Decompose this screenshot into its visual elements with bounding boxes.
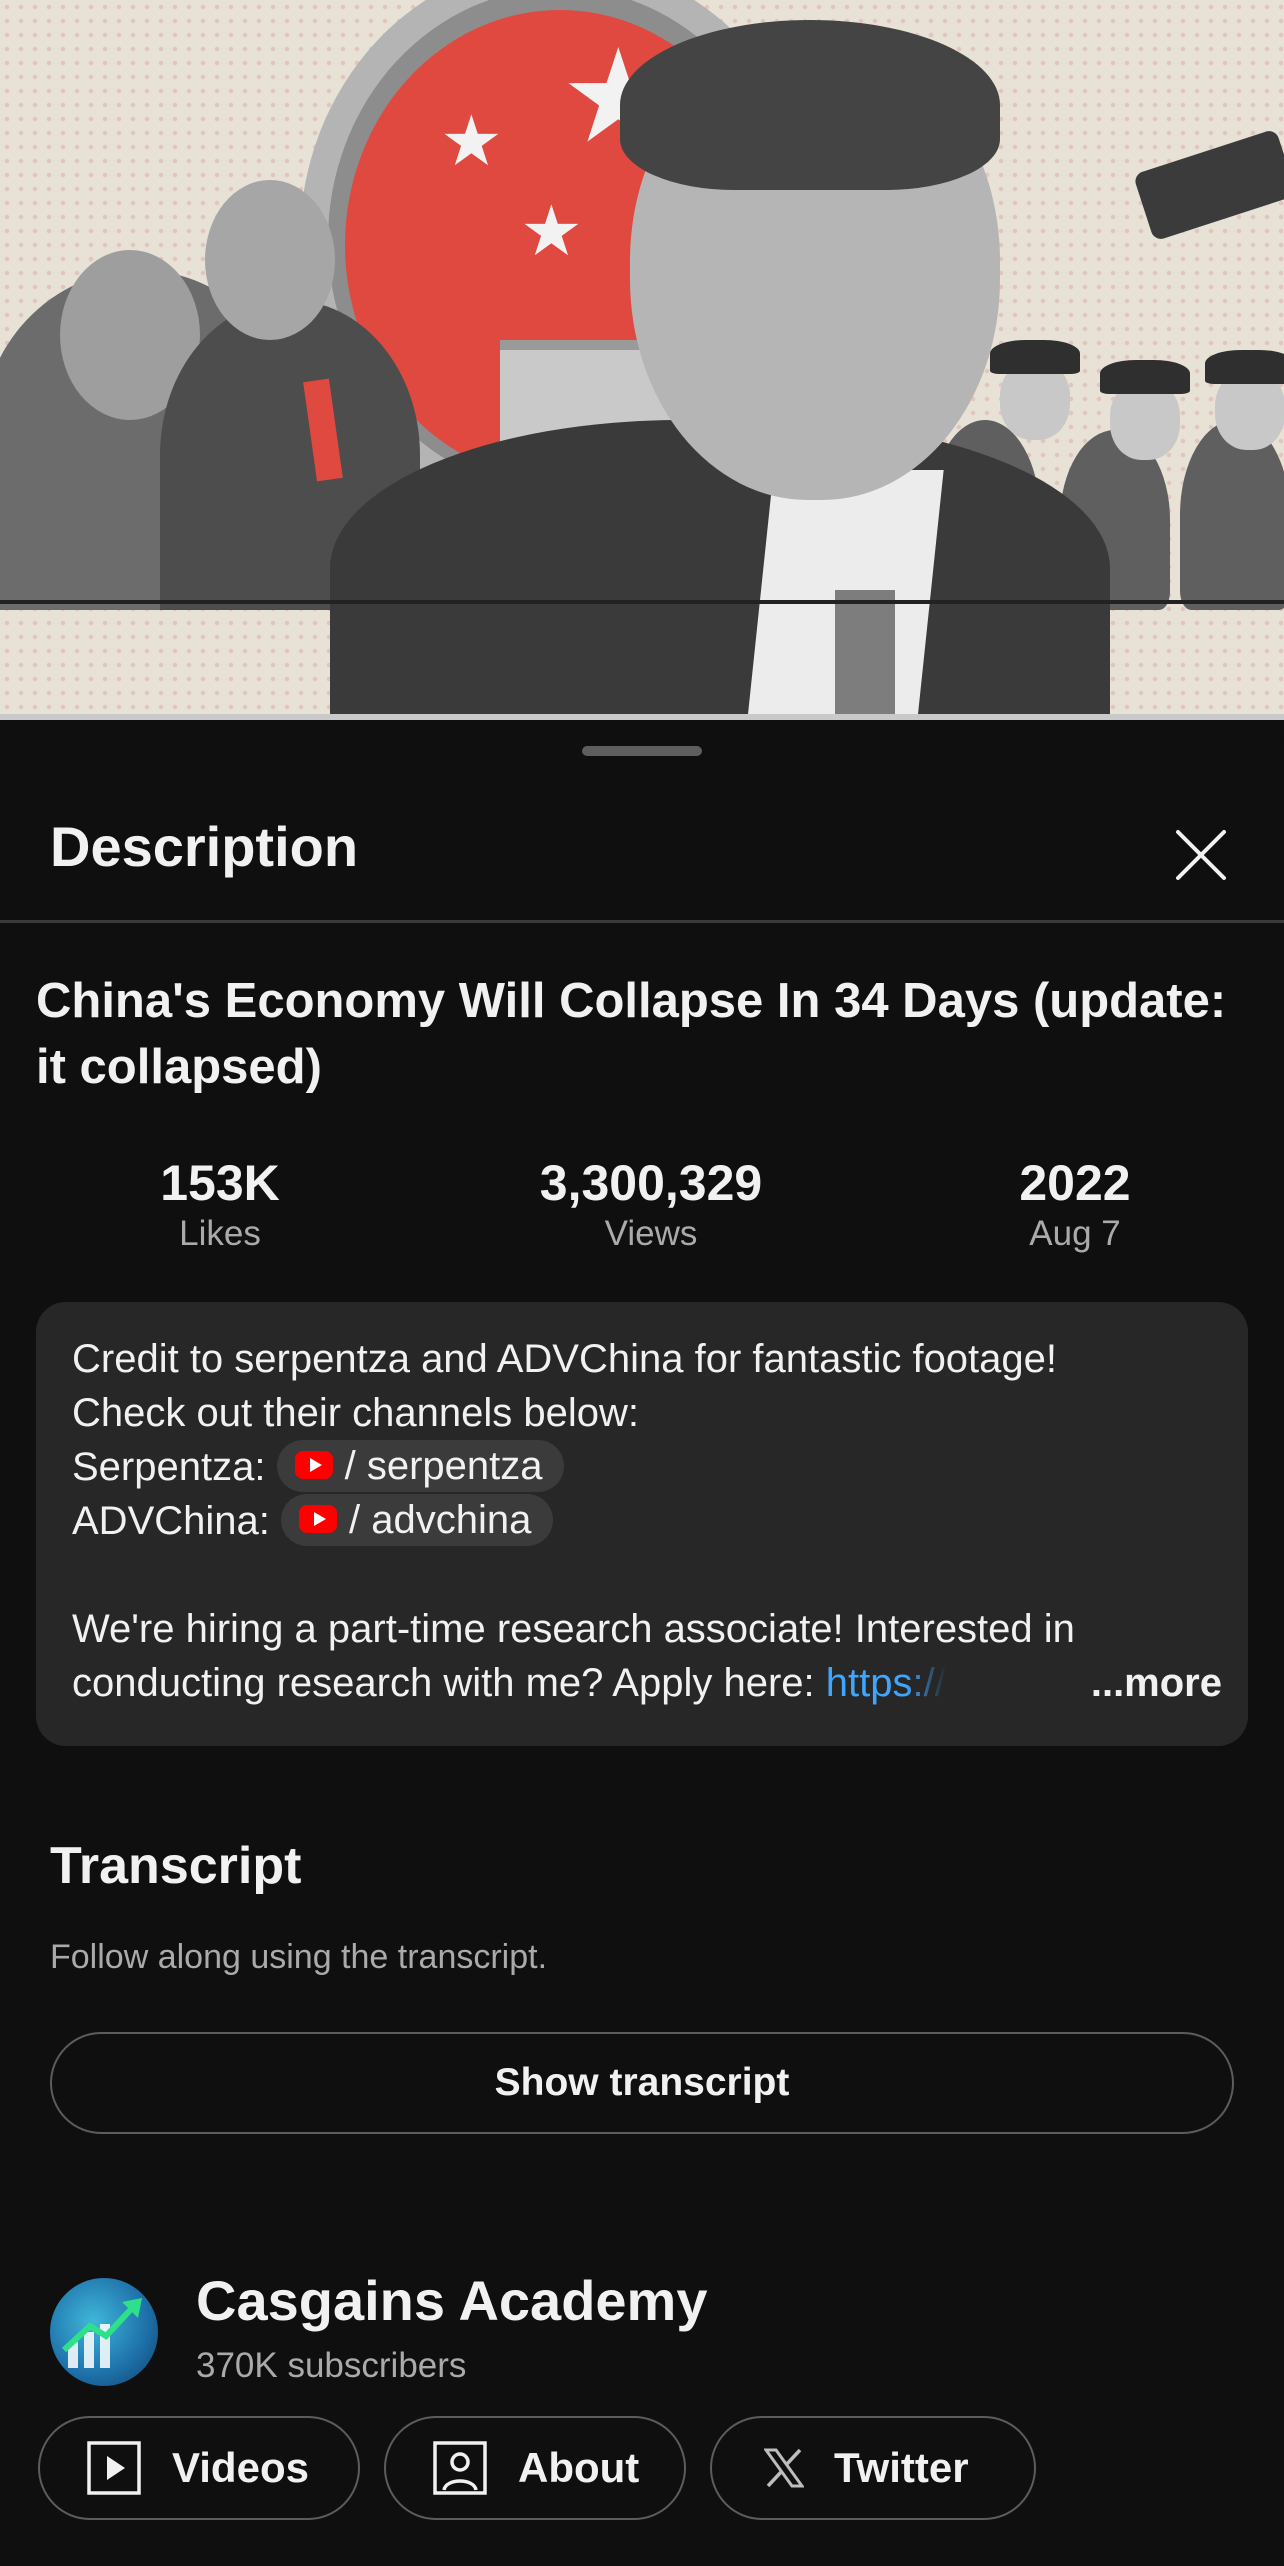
views-label: Views: [604, 1214, 698, 1253]
channel-avatar[interactable]: [50, 2278, 158, 2386]
guard-figure: [1180, 420, 1284, 610]
serpentza-channel-link[interactable]: / serpentza: [276, 1440, 565, 1492]
description-line: conducting research with me? Apply here:…: [72, 1656, 1222, 1710]
transcript-heading: Transcript: [50, 1837, 302, 1895]
emblem-star-small: ★: [520, 190, 583, 272]
video-stats: 153K Likes 3,300,329 Views 2022 Aug 7: [0, 1154, 1284, 1264]
likes-label: Likes: [179, 1214, 261, 1253]
sheet-title: Description: [50, 815, 359, 878]
twitter-button[interactable]: Twitter: [710, 2416, 1036, 2520]
thumbnail-divider-line: [0, 600, 1284, 604]
about-label: About: [518, 2444, 640, 2491]
upload-date: Aug 7: [1029, 1214, 1121, 1253]
videos-label: Videos: [172, 2444, 309, 2491]
main-figure-tie: [835, 590, 895, 720]
transcript-subtitle: Follow along using the transcript.: [50, 1938, 548, 1976]
video-player[interactable]: ★ ★ ★: [0, 0, 1284, 720]
text-fade: [905, 1662, 946, 1709]
subscriber-count: 370K subscribers: [196, 2346, 467, 2385]
figure-head: [205, 180, 335, 340]
guard-cap: [1100, 360, 1190, 394]
guard-cap: [1205, 350, 1284, 384]
person-icon: [433, 2441, 487, 2495]
show-transcript-label: Show transcript: [494, 2061, 790, 2104]
youtube-icon: [299, 1505, 337, 1534]
upload-year: 2022: [1019, 1155, 1131, 1211]
header-divider: [0, 920, 1284, 923]
description-line: We're hiring a part-time research associ…: [72, 1607, 1075, 1651]
more-button[interactable]: ...more: [1091, 1656, 1222, 1710]
show-transcript-button[interactable]: Show transcript: [50, 2032, 1234, 2134]
description-line: Credit to serpentza and ADVChina for fan…: [72, 1337, 1058, 1381]
close-icon: [1176, 830, 1226, 880]
close-button[interactable]: [1166, 820, 1236, 890]
main-figure-hair: [620, 20, 1000, 190]
description-line: Check out their channels below:: [72, 1391, 639, 1435]
description-text: conducting research with me? Apply here:: [72, 1661, 815, 1705]
description-blank-line: [72, 1548, 1222, 1602]
videos-button[interactable]: Videos: [38, 2416, 360, 2520]
description-sheet: Description China's Economy Will Collaps…: [0, 722, 1284, 2566]
drag-handle[interactable]: [582, 746, 702, 756]
views-count: 3,300,329: [539, 1155, 763, 1211]
advchina-label: ADVChina:: [72, 1499, 270, 1543]
advchina-link-text: / advchina: [349, 1498, 532, 1542]
description-box[interactable]: Credit to serpentza and ADVChina for fan…: [36, 1302, 1248, 1746]
views-stat: 3,300,329 Views: [501, 1154, 801, 1256]
youtube-icon: [294, 1451, 333, 1480]
serpentza-label: Serpentza:: [72, 1445, 266, 1489]
guard-cap: [990, 340, 1080, 374]
x-logo-icon: [764, 2448, 804, 2488]
advchina-channel-link[interactable]: / advchina: [281, 1494, 554, 1546]
likes-count: 153K: [160, 1155, 280, 1211]
play-box-icon: [87, 2441, 141, 2495]
video-progress-bar[interactable]: [0, 714, 1284, 720]
date-stat: 2022 Aug 7: [925, 1154, 1225, 1256]
channel-name[interactable]: Casgains Academy: [196, 2268, 708, 2333]
video-title: China's Economy Will Collapse In 34 Days…: [36, 974, 1227, 1094]
twitter-label: Twitter: [834, 2444, 969, 2491]
description-line: ADVChina: / advchina: [72, 1494, 1222, 1548]
emblem-star-small: ★: [440, 100, 503, 182]
chart-arrow-icon: [61, 2298, 142, 2368]
description-line: Serpentza: / serpentza: [72, 1440, 1222, 1494]
likes-stat: 153K Likes: [70, 1154, 370, 1256]
serpentza-link-text: / serpentza: [344, 1444, 543, 1488]
about-button[interactable]: About: [384, 2416, 686, 2520]
